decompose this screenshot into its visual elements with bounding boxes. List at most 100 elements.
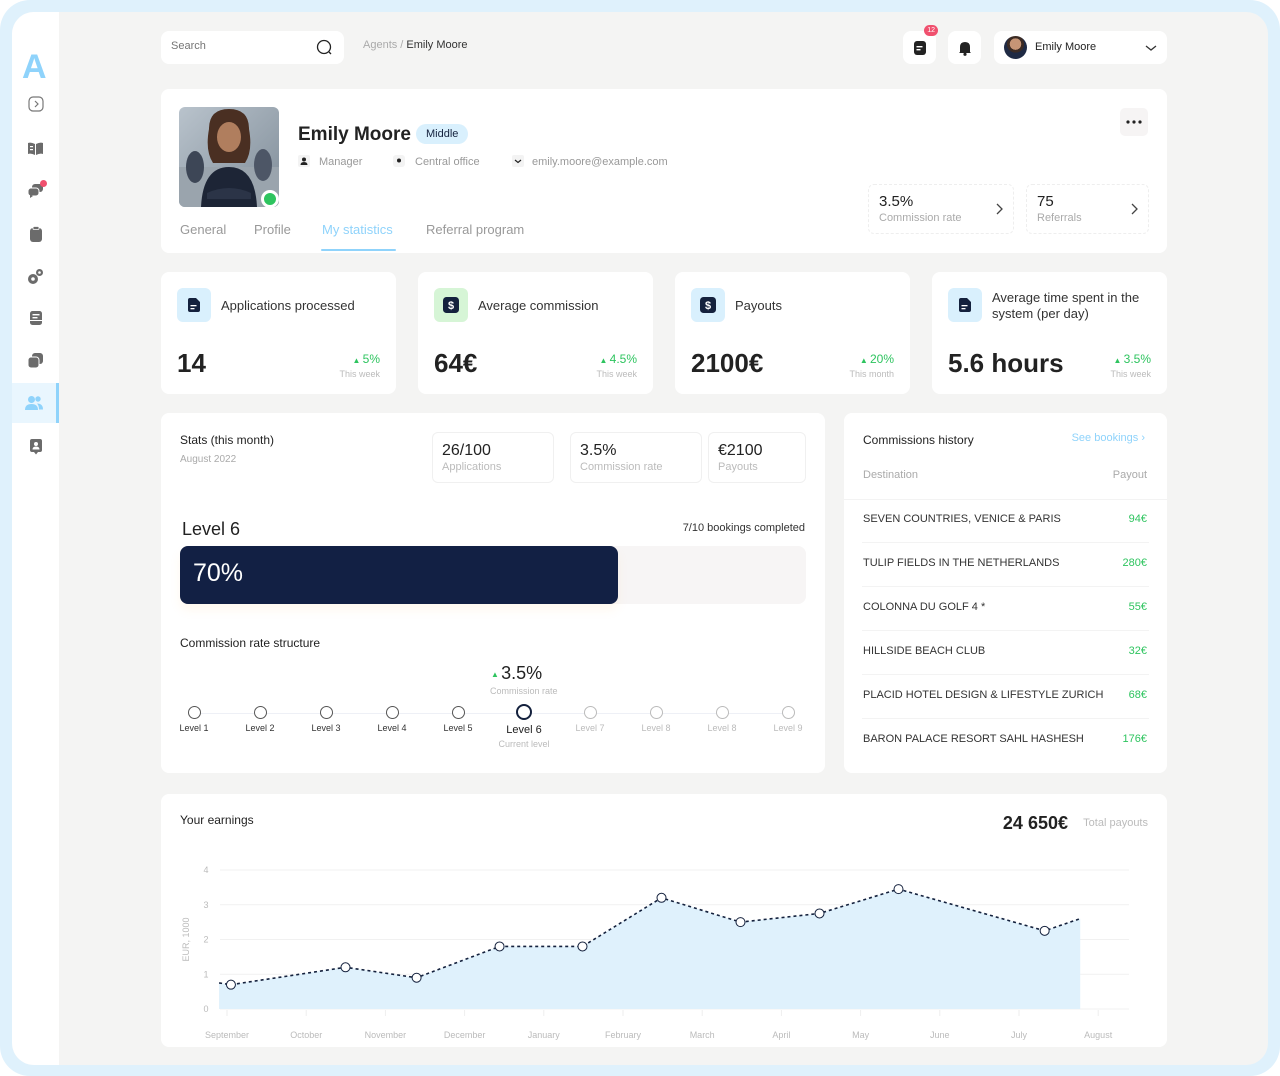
y-tick-label: 2 — [203, 935, 208, 945]
search-box[interactable] — [161, 31, 344, 64]
level-step-label: Level 6 — [506, 724, 542, 736]
chevron-right-icon — [27, 96, 44, 112]
data-point — [494, 941, 505, 952]
commission-row[interactable]: HILLSIDE BEACH CLUB 32€ — [862, 631, 1149, 675]
current-level-label: Current level — [498, 739, 550, 749]
see-bookings-link[interactable]: See bookings › — [1072, 432, 1145, 444]
commission-structure-title: Commission rate structure — [180, 636, 321, 650]
level-step[interactable]: Level 6 Current level — [494, 704, 554, 749]
stat-value: 3.5% — [580, 442, 617, 459]
chevron-right-icon — [1131, 203, 1138, 215]
referrals-card[interactable]: 75 Referrals — [1026, 184, 1149, 234]
data-point — [656, 892, 667, 903]
sidebar-item-chats[interactable] — [12, 171, 59, 211]
level-progress-fill: 70% — [180, 546, 619, 604]
payout: 32€ — [1128, 645, 1147, 657]
data-point — [735, 917, 746, 928]
destination: BARON PALACE RESORT SAHL HASHESH — [863, 733, 1084, 745]
level-step[interactable]: Level 5 — [428, 706, 488, 733]
breadcrumb-parent[interactable]: Agents / — [363, 39, 406, 51]
commission-row[interactable]: SEVEN COUNTRIES, VENICE & PARIS 94€ — [862, 499, 1149, 543]
sidebar-item-settings[interactable] — [12, 256, 59, 296]
x-tick-label: November — [365, 1030, 407, 1040]
commission-row[interactable]: BARON PALACE RESORT SAHL HASHESH 176€ — [862, 719, 1149, 763]
sidebar-item-documents[interactable] — [12, 298, 59, 338]
level-step[interactable]: Level 9 — [758, 706, 818, 733]
referrals-value: 75 — [1037, 193, 1054, 210]
breadcrumb-current: Emily Moore — [406, 39, 468, 51]
search-input[interactable] — [171, 40, 311, 52]
breadcrumb: Agents / Emily Moore — [363, 39, 468, 51]
level-step[interactable]: Level 7 — [560, 706, 620, 733]
x-tick-label: September — [205, 1030, 249, 1040]
sidebar-item-clipboard[interactable] — [12, 214, 59, 254]
level-step[interactable]: Level 1 — [164, 706, 224, 733]
commission-row[interactable]: TULIP FIELDS IN THE NETHERLANDS 280€ — [862, 543, 1149, 587]
tab-general[interactable]: General — [180, 222, 226, 237]
level-step[interactable]: Level 8 — [626, 706, 686, 733]
sidebar-item-history[interactable] — [12, 340, 59, 380]
destination: COLONNA DU GOLF 4 * — [863, 601, 986, 613]
level-step[interactable]: Level 8 — [692, 706, 752, 733]
tab-profile[interactable]: Profile — [254, 222, 291, 237]
kpi-delta-value: 3.5% — [1123, 352, 1151, 366]
bell-icon — [958, 41, 971, 56]
sidebar-item-expand[interactable] — [12, 84, 59, 124]
kpi-title: Average commission — [478, 298, 599, 313]
stat-label: Commission rate — [580, 461, 663, 473]
sidebar-item-agents[interactable] — [12, 383, 59, 423]
kpi-value: 2100€ — [691, 348, 764, 378]
y-tick-label: 4 — [203, 865, 208, 875]
kpi-card-payouts: $ Payouts 2100€ ▲ 20% This month — [675, 272, 910, 394]
tab-my-statistics[interactable]: My statistics — [322, 222, 393, 237]
contact-icon — [29, 438, 42, 454]
notifications-button[interactable] — [948, 31, 981, 64]
current-commission-rate: ▲ 3.5% — [491, 663, 543, 683]
level-step-label: Level 2 — [245, 723, 275, 733]
tab-referral-program[interactable]: Referral program — [426, 222, 524, 237]
stat-value: 26/100 — [442, 442, 491, 459]
kpi-value: 14 — [177, 348, 206, 378]
dollar-icon: $ — [700, 297, 716, 313]
data-point — [893, 884, 904, 895]
kpi-period: This week — [339, 369, 380, 379]
x-tick-label: January — [528, 1030, 561, 1040]
level-step[interactable]: Level 4 — [362, 706, 422, 733]
document-icon — [959, 298, 971, 312]
level-step[interactable]: Level 2 — [230, 706, 290, 733]
level-step[interactable]: Level 3 — [296, 706, 356, 733]
commission-rate-card[interactable]: 3.5% Commission rate — [868, 184, 1014, 234]
online-status-indicator — [261, 190, 279, 208]
payout: 94€ — [1128, 513, 1147, 525]
bookings-completed: 7/10 bookings completed — [682, 522, 805, 534]
level-step-circle — [516, 704, 532, 720]
commission-row[interactable]: COLONNA DU GOLF 4 * 55€ — [862, 587, 1149, 631]
kpi-delta-value: 5% — [362, 352, 380, 366]
chevron-right-icon: › — [1141, 432, 1145, 444]
kpi-value: 5.6 hours — [948, 348, 1064, 378]
sidebar-item-book[interactable] — [12, 128, 59, 168]
x-tick-label: October — [290, 1030, 322, 1040]
search-icon[interactable] — [316, 39, 333, 56]
more-options-button[interactable] — [1120, 108, 1148, 136]
user-menu[interactable]: Emily Moore — [994, 31, 1167, 64]
document-icon — [188, 298, 200, 312]
commission-row[interactable]: PLACID HOTEL DESIGN & LIFESTYLE ZURICH 68… — [862, 675, 1149, 719]
destination: SEVEN COUNTRIES, VENICE & PARIS — [863, 513, 1061, 525]
gears-icon — [28, 268, 43, 284]
sidebar-item-support[interactable] — [12, 426, 59, 466]
data-point — [577, 941, 588, 952]
payout: 68€ — [1128, 689, 1147, 701]
kpi-delta-value: 4.5% — [609, 352, 637, 366]
level-step-circle — [451, 706, 465, 719]
kpi-period: This week — [596, 369, 637, 379]
level-step-circle — [781, 706, 795, 719]
tasks-button[interactable]: 12 — [903, 25, 938, 64]
level-badge: Middle — [416, 124, 469, 144]
level-progress-track: 70% — [180, 546, 806, 604]
progress-label: 70% — [193, 559, 244, 587]
level-title: Level 6 — [182, 519, 241, 539]
user-name: Emily Moore — [1035, 41, 1097, 53]
profile-role: Manager — [319, 156, 363, 168]
profile-email[interactable]: emily.moore@example.com — [532, 156, 668, 168]
